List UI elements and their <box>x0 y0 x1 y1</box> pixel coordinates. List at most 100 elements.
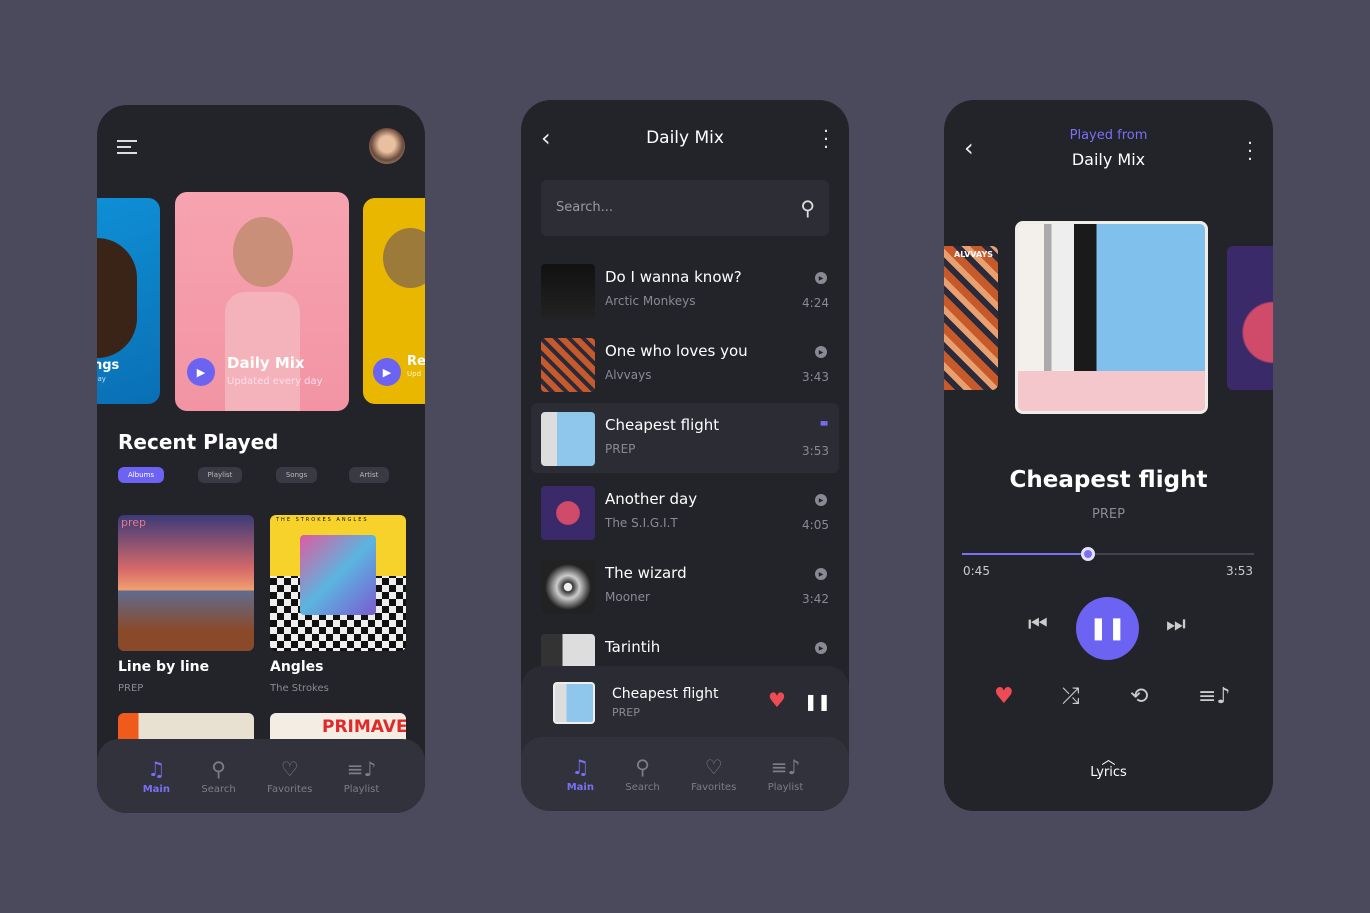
track-art <box>541 560 595 614</box>
repeat-icon[interactable]: ⟲ <box>1130 684 1148 709</box>
card-title: ngs <box>97 358 120 373</box>
album-title[interactable]: Line by line <box>118 659 209 675</box>
chip-artist[interactable]: Artist <box>349 467 389 483</box>
queue-icon[interactable]: ≡♪ <box>1198 684 1230 709</box>
track-artist: Alvvays <box>605 368 652 382</box>
track-title: One who loves you <box>605 342 748 360</box>
album-art[interactable]: THE STROKES ANGLES <box>270 515 406 651</box>
nav-label: Main <box>142 783 170 795</box>
search-input[interactable]: Search... ⚲ <box>541 180 829 236</box>
playlist-name[interactable]: Daily Mix <box>944 150 1273 169</box>
heart-icon[interactable]: ♥ <box>994 684 1014 709</box>
play-button[interactable]: ▶ <box>373 358 401 386</box>
playlist-card[interactable]: ▶ Re Upd <box>363 198 425 404</box>
track-artist[interactable]: PREP <box>944 507 1273 522</box>
previous-icon[interactable]: ⏮ <box>1028 612 1048 637</box>
nav-search[interactable]: ⚲ Search <box>625 756 659 793</box>
album-title[interactable]: Angles <box>270 659 323 675</box>
pause-icon[interactable]: ❚❚ <box>804 692 831 711</box>
nav-label: Playlist <box>343 783 380 795</box>
search-placeholder: Search... <box>556 200 614 215</box>
track-art <box>541 486 595 540</box>
shuffle-icon[interactable]: ⤮ <box>1062 684 1080 709</box>
track-row[interactable]: Another day The S.I.G.I.T ▶ 4:05 <box>541 482 829 544</box>
chip-songs[interactable]: Songs <box>276 467 317 483</box>
track-artist: The S.I.G.I.T <box>605 516 678 530</box>
track-duration: 4:24 <box>802 296 829 310</box>
track-row[interactable]: The wizard Mooner ▶ 3:42 <box>541 556 829 618</box>
card-subtitle: Updated every day <box>227 376 323 387</box>
lyrics-button[interactable]: ︿ Lyrics <box>944 752 1273 780</box>
chevron-up-icon: ︿ <box>1101 752 1116 768</box>
nav-favorites[interactable]: ♡ Favorites <box>691 756 736 793</box>
card-title: Daily Mix <box>227 354 305 372</box>
play-circle-icon[interactable]: ▶ <box>815 494 827 506</box>
progress-slider[interactable] <box>962 547 1254 561</box>
heart-icon[interactable]: ♥ <box>768 688 786 712</box>
previous-album-art[interactable]: ALVVAYS <box>944 246 998 390</box>
lyrics-label: Lyrics <box>1090 765 1127 780</box>
playlist-screen: ‹ Daily Mix · · · Search... ⚲ Do I wanna k… <box>521 100 849 811</box>
search-icon: ⚲ <box>211 756 226 781</box>
nav-favorites[interactable]: ♡ Favorites <box>267 758 312 795</box>
track-artist: Mooner <box>605 590 650 604</box>
heart-icon: ♡ <box>704 754 723 779</box>
next-album-art[interactable] <box>1227 246 1273 390</box>
track-duration: 3:53 <box>802 444 829 458</box>
search-icon[interactable]: ⚲ <box>800 196 815 220</box>
menu-icon[interactable] <box>117 140 137 154</box>
nav-main[interactable]: ♫ Main <box>143 758 170 795</box>
card-title: Re <box>407 354 425 369</box>
track-row[interactable]: One who loves you Alvvays ▶ 3:43 <box>541 334 829 396</box>
track-row[interactable]: Cheapest flight PREP ▮▮▮ 3:53 <box>541 408 829 470</box>
more-icon[interactable]: · · · <box>823 123 829 157</box>
play-circle-icon[interactable]: ▶ <box>815 272 827 284</box>
progress-handle[interactable] <box>1080 547 1095 561</box>
nav-search[interactable]: ⚲ Search <box>201 758 235 795</box>
nav-label: Playlist <box>767 781 804 793</box>
album-artist: PREP <box>118 683 144 694</box>
progress-fill <box>962 553 1088 555</box>
mini-player-title: Cheapest flight <box>612 686 719 702</box>
mini-player-artist: PREP <box>612 706 640 719</box>
album-art-text: ALVVAYS <box>954 250 994 259</box>
next-icon[interactable]: ⏭ <box>1166 612 1186 637</box>
nav-label: Search <box>201 783 236 795</box>
play-circle-icon[interactable]: ▶ <box>815 346 827 358</box>
track-artist: PREP <box>605 442 636 456</box>
track-title: Tarintih <box>605 638 661 656</box>
album-artist: The Strokes <box>270 683 329 694</box>
music-note-icon: ♫ <box>147 756 166 781</box>
nav-label: Search <box>625 781 660 793</box>
nav-main[interactable]: ♫ Main <box>567 756 594 793</box>
section-title: Recent Played <box>118 430 279 454</box>
track-row[interactable]: Do I wanna know? Arctic Monkeys ▶ 4:24 <box>541 260 829 322</box>
page-title: Daily Mix <box>646 128 724 148</box>
album-art[interactable]: prep <box>118 515 254 651</box>
bottom-nav: ♫ Main ⚲ Search ♡ Favorites ≡♪ Playlist <box>97 739 425 813</box>
card-subtitle: Upd <box>407 370 422 378</box>
track-art <box>541 338 595 392</box>
album-art-text: THE STROKES ANGLES <box>276 517 369 523</box>
play-circle-icon[interactable]: ▶ <box>815 568 827 580</box>
avatar[interactable] <box>369 128 405 164</box>
daily-mix-card[interactable]: ▶ Daily Mix Updated every day <box>175 192 349 411</box>
track-title: The wizard <box>605 564 687 582</box>
nav-playlist[interactable]: ≡♪ Playlist <box>344 758 380 795</box>
play-circle-icon[interactable]: ▶ <box>815 642 827 654</box>
track-duration: 3:43 <box>802 370 829 384</box>
chip-albums[interactable]: Albums <box>118 467 164 483</box>
play-button[interactable]: ▶ <box>187 358 215 386</box>
playlist-icon: ≡♪ <box>346 756 377 781</box>
home-screen: ngs day ▶ Daily Mix Updated every day ▶ … <box>97 105 425 813</box>
pause-button[interactable]: ❚❚ <box>1076 597 1139 660</box>
nav-playlist[interactable]: ≡♪ Playlist <box>768 756 804 793</box>
album-art <box>1015 221 1208 414</box>
heart-icon: ♡ <box>280 756 299 781</box>
now-playing-screen: ‹ Played from Daily Mix · · · ALVVAYS Chea… <box>944 100 1273 811</box>
chip-playlist[interactable]: Playlist <box>198 467 242 483</box>
more-icon[interactable]: · · · <box>1247 135 1253 169</box>
music-note-icon: ♫ <box>571 754 590 779</box>
playlist-card[interactable]: ngs day <box>97 198 160 404</box>
elapsed-time: 0:45 <box>963 564 990 578</box>
